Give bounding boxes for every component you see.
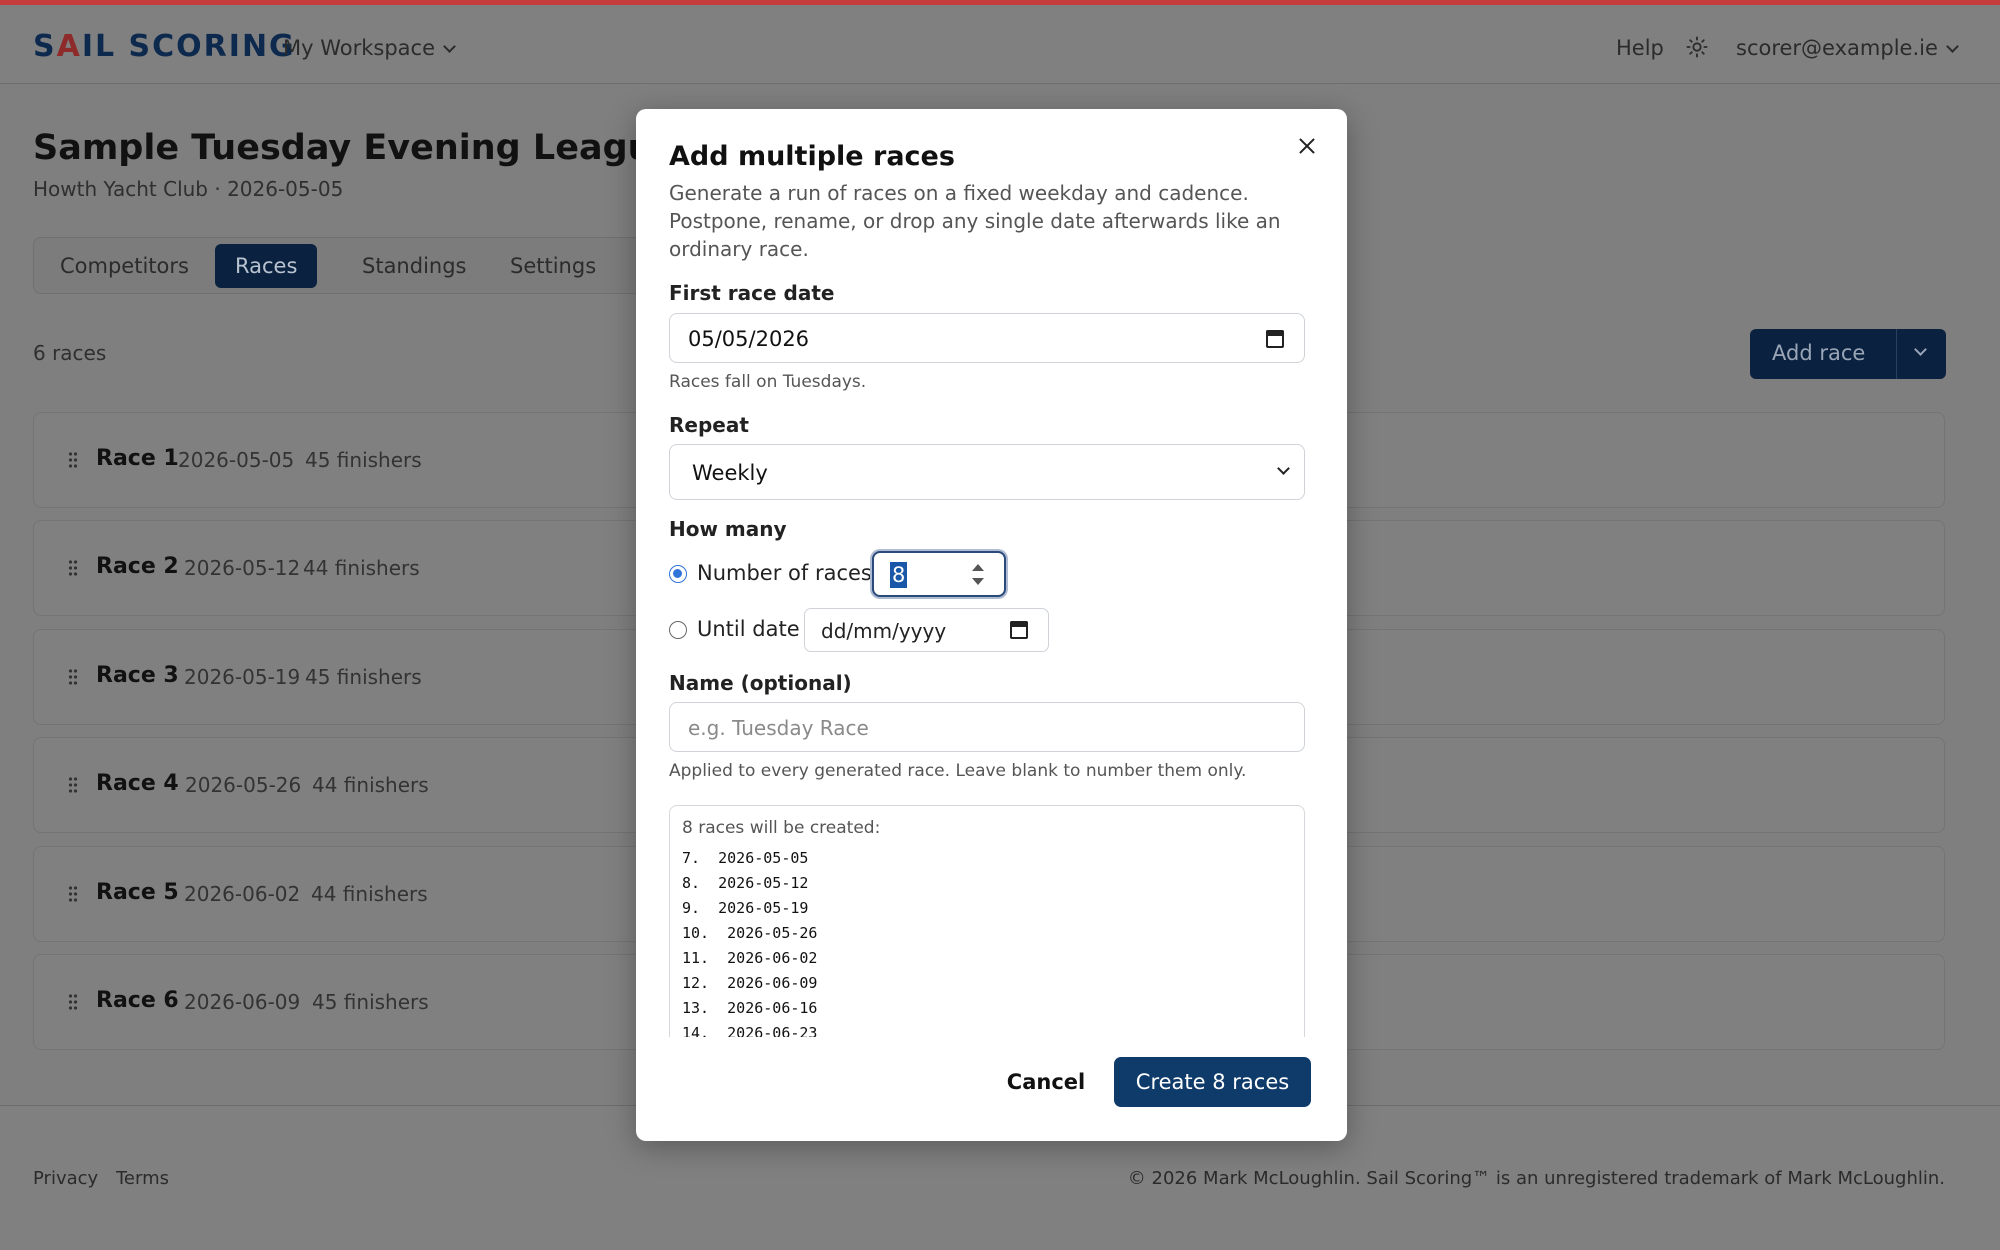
- race-finishers: 45 finishers: [305, 665, 422, 689]
- spinner-up-icon[interactable]: [972, 564, 984, 571]
- number-of-races-label: Number of races: [697, 561, 872, 585]
- create-races-button[interactable]: Create 8 races: [1114, 1057, 1311, 1107]
- terms-link[interactable]: Terms: [116, 1168, 169, 1189]
- tab-bar: Competitors Races Standings Settings His: [33, 237, 713, 294]
- dialog-description: Generate a run of races on a fixed weekd…: [669, 181, 1281, 261]
- race-name: Race 3: [96, 663, 179, 688]
- first-race-date-input[interactable]: 05/05/2026: [669, 313, 1305, 363]
- list-item: 12. 2026-06-09: [682, 974, 818, 992]
- number-of-races-input[interactable]: 8: [872, 551, 1006, 597]
- workspace-dropdown[interactable]: My Workspace: [283, 36, 456, 60]
- race-finishers: 44 finishers: [303, 556, 420, 580]
- race-finishers: 45 finishers: [305, 448, 422, 472]
- first-race-date-hint: Races fall on Tuesdays.: [669, 372, 867, 392]
- chevron-down-icon: [1277, 462, 1290, 475]
- drag-handle-icon[interactable]: [68, 776, 78, 794]
- first-race-date-label: First race date: [669, 281, 835, 305]
- cancel-button[interactable]: Cancel: [988, 1057, 1104, 1107]
- tab-settings[interactable]: Settings: [490, 244, 616, 288]
- list-item: 8. 2026-05-12: [682, 874, 809, 892]
- race-date: 2026-05-19: [184, 665, 301, 689]
- until-date-radio[interactable]: [669, 621, 687, 639]
- list-item: 9. 2026-05-19: [682, 899, 809, 917]
- tab-races[interactable]: Races: [215, 244, 318, 288]
- privacy-link[interactable]: Privacy: [33, 1168, 98, 1189]
- race-count: 6 races: [33, 341, 107, 365]
- race-name: Race 4: [96, 771, 179, 796]
- page-subtitle: Howth Yacht Club · 2026-05-05: [33, 177, 344, 201]
- race-name: Race 6: [96, 988, 179, 1013]
- list-item: 11. 2026-06-02: [682, 949, 818, 967]
- copyright-text: © 2026 Mark McLoughlin. Sail Scoring™ is…: [1127, 1168, 1945, 1189]
- tab-competitors[interactable]: Competitors: [40, 244, 209, 288]
- race-finishers: 44 finishers: [312, 773, 429, 797]
- chevron-down-icon[interactable]: [1914, 343, 1927, 356]
- name-input[interactable]: e.g. Tuesday Race: [669, 702, 1305, 752]
- dialog-title: Add multiple races: [669, 141, 955, 172]
- add-multiple-races-dialog: Add multiple races Generate a run of rac…: [636, 109, 1347, 1141]
- drag-handle-icon[interactable]: [68, 885, 78, 903]
- until-date-input[interactable]: dd/mm/yyyy: [804, 608, 1049, 652]
- calendar-icon[interactable]: [1010, 621, 1028, 639]
- add-race-button[interactable]: Add race: [1750, 329, 1946, 379]
- repeat-select[interactable]: Weekly: [669, 444, 1305, 500]
- name-hint: Applied to every generated race. Leave b…: [669, 761, 1247, 781]
- race-date: 2026-05-05: [178, 448, 295, 472]
- spinner-down-icon[interactable]: [972, 578, 984, 585]
- repeat-label: Repeat: [669, 413, 749, 437]
- until-date-label: Until date: [697, 617, 800, 641]
- race-finishers: 44 finishers: [311, 882, 428, 906]
- race-date: 2026-05-12: [184, 556, 301, 580]
- help-link[interactable]: Help: [1616, 36, 1664, 60]
- race-date: 2026-06-09: [184, 990, 301, 1014]
- races-preview[interactable]: 8 races will be created: 7. 2026-05-05 8…: [669, 805, 1305, 1037]
- tab-standings[interactable]: Standings: [342, 244, 487, 288]
- race-finishers: 45 finishers: [312, 990, 429, 1014]
- preview-caption: 8 races will be created:: [682, 818, 881, 838]
- theme-toggle-icon[interactable]: [1686, 36, 1708, 58]
- chevron-down-icon: [443, 40, 456, 53]
- page-title: Sample Tuesday Evening League 20: [33, 128, 738, 168]
- drag-handle-icon[interactable]: [68, 993, 78, 1011]
- calendar-icon[interactable]: [1266, 330, 1284, 348]
- chevron-down-icon: [1946, 40, 1959, 53]
- top-bar: SAIL SCORING My Workspace Help scorer@ex…: [0, 0, 2000, 84]
- list-item: 7. 2026-05-05: [682, 849, 809, 867]
- drag-handle-icon[interactable]: [68, 451, 78, 469]
- number-of-races-radio[interactable]: [669, 565, 687, 583]
- list-item: 13. 2026-06-16: [682, 999, 818, 1017]
- list-item: 14. 2026-06-23: [682, 1024, 818, 1037]
- race-name: Race 1: [96, 446, 179, 471]
- race-date: 2026-05-26: [185, 773, 302, 797]
- race-name: Race 5: [96, 880, 179, 905]
- drag-handle-icon[interactable]: [68, 668, 78, 686]
- how-many-label: How many: [669, 517, 787, 541]
- race-date: 2026-06-02: [184, 882, 301, 906]
- drag-handle-icon[interactable]: [68, 559, 78, 577]
- race-name: Race 2: [96, 554, 179, 579]
- user-menu[interactable]: scorer@example.ie: [1736, 36, 1959, 60]
- close-icon[interactable]: [1296, 135, 1318, 157]
- list-item: 10. 2026-05-26: [682, 924, 818, 942]
- name-label: Name (optional): [669, 671, 852, 695]
- logo[interactable]: SAIL SCORING: [33, 29, 296, 64]
- preview-list: 7. 2026-05-05 8. 2026-05-12 9. 2026-05-1…: [682, 846, 817, 1037]
